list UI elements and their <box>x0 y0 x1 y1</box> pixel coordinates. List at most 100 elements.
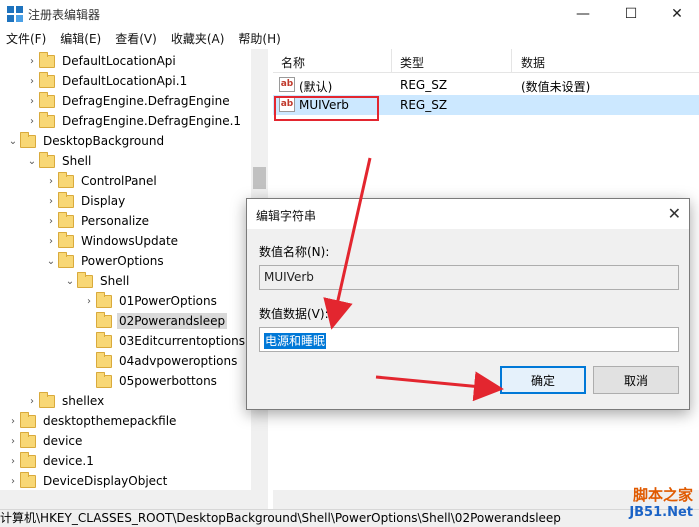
tree-item-label: Personalize <box>81 214 150 228</box>
tree-item-label: WindowsUpdate <box>81 234 179 248</box>
column-divider[interactable] <box>511 49 512 73</box>
chevron-right-icon[interactable]: › <box>6 431 20 451</box>
value-type: REG_SZ <box>400 78 448 92</box>
tree-item-label: DefragEngine.DefragEngine.1 <box>62 114 242 128</box>
folder-icon <box>20 451 36 468</box>
folder-icon <box>96 291 112 308</box>
close-button[interactable]: ✕ <box>654 0 699 28</box>
column-divider[interactable] <box>391 49 392 73</box>
menu-edit[interactable]: 编辑(E) <box>60 30 101 47</box>
cancel-button[interactable]: 取消 <box>593 366 679 394</box>
chevron-down-icon[interactable]: ⌄ <box>6 131 20 151</box>
tree-item[interactable]: › shellex <box>25 391 106 411</box>
window-title: 注册表编辑器 <box>28 8 101 22</box>
chevron-right-icon[interactable]: › <box>6 471 20 491</box>
value-name: (默认) <box>299 80 333 94</box>
tree-item[interactable]: › DefaultLocationApi.1 <box>25 71 189 91</box>
no-expander <box>82 311 96 331</box>
tree-item-label: Shell <box>100 274 130 288</box>
tree-item[interactable]: 04advpoweroptions <box>82 351 239 371</box>
title-bar: 注册表编辑器 — ☐ ✕ <box>0 0 699 28</box>
tree-item[interactable]: › DeviceDisplayObject <box>6 471 169 491</box>
tree-item[interactable]: ⌄ PowerOptions <box>44 251 166 271</box>
dialog-title: 编辑字符串 <box>256 209 317 223</box>
chevron-right-icon[interactable]: › <box>82 291 96 311</box>
folder-icon <box>20 131 36 148</box>
watermark-line1: 脚本之家 <box>632 486 693 504</box>
tree-horizontal-scrollbar[interactable] <box>0 490 268 509</box>
chevron-right-icon[interactable]: › <box>25 391 39 411</box>
column-name-header[interactable]: 名称 <box>281 54 305 71</box>
tree-item[interactable]: ⌄ DesktopBackground <box>6 131 166 151</box>
maximize-button[interactable]: ☐ <box>608 0 654 28</box>
chevron-right-icon[interactable]: › <box>44 211 58 231</box>
selected-text: 电源和睡眠 <box>264 333 327 349</box>
chevron-right-icon[interactable]: › <box>44 171 58 191</box>
tree-item[interactable]: › device <box>6 431 84 451</box>
tree-item[interactable]: › 01PowerOptions <box>82 291 219 311</box>
tree-item-label: ControlPanel <box>81 174 157 188</box>
tree-item[interactable]: ⌄ Shell <box>63 271 131 291</box>
folder-icon <box>58 191 74 208</box>
tree-item-label: Display <box>81 194 126 208</box>
chevron-right-icon[interactable]: › <box>25 51 39 71</box>
tree-item[interactable]: 05powerbottons <box>82 371 219 391</box>
dialog-title-bar: 编辑字符串 ✕ <box>247 199 689 229</box>
tree-item[interactable]: 03Editcurrentoptions <box>82 331 247 351</box>
folder-icon <box>77 271 93 288</box>
scrollbar-thumb[interactable] <box>253 167 266 189</box>
menu-favorites[interactable]: 收藏夹(A) <box>171 30 225 47</box>
no-expander <box>82 371 96 391</box>
value-name-field: MUIVerb <box>259 265 679 290</box>
ok-button[interactable]: 确定 <box>500 366 586 394</box>
folder-icon <box>96 311 112 328</box>
string-value-icon: ab <box>279 77 295 92</box>
watermark-line2: JB51.Net <box>629 505 693 520</box>
tree-item-label: 03Editcurrentoptions <box>119 334 245 348</box>
chevron-right-icon[interactable]: › <box>44 231 58 251</box>
tree-item-label: 02Powerandsleep <box>117 313 228 329</box>
value-type: REG_SZ <box>400 98 448 112</box>
folder-icon <box>58 171 74 188</box>
tree-item[interactable]: › ControlPanel <box>44 171 159 191</box>
tree-item[interactable]: › Personalize <box>44 211 151 231</box>
tree-item[interactable]: › Display <box>44 191 127 211</box>
tree-item[interactable]: › device.1 <box>6 451 96 471</box>
chevron-right-icon[interactable]: › <box>25 111 39 131</box>
tree-item[interactable]: › DefragEngine.DefragEngine.1 <box>25 111 243 131</box>
menu-file[interactable]: 文件(F) <box>6 30 46 47</box>
chevron-right-icon[interactable]: › <box>6 451 20 471</box>
chevron-down-icon[interactable]: ⌄ <box>63 271 77 291</box>
menu-help[interactable]: 帮助(H) <box>238 30 280 47</box>
tree-item[interactable]: ⌄ Shell <box>25 151 93 171</box>
tree-item-label: device <box>43 434 83 448</box>
folder-icon <box>58 211 74 228</box>
tree-item-label: DeviceDisplayObject <box>43 474 168 488</box>
column-type-header[interactable]: 类型 <box>400 54 424 71</box>
minimize-button[interactable]: — <box>560 0 606 28</box>
tree-item[interactable]: › WindowsUpdate <box>44 231 180 251</box>
chevron-right-icon[interactable]: › <box>44 191 58 211</box>
menu-view[interactable]: 查看(V) <box>115 30 157 47</box>
folder-icon <box>39 151 55 168</box>
regedit-app-icon <box>7 6 23 22</box>
value-name-label: 数值名称(N): <box>259 245 330 259</box>
tree-item[interactable]: › DefragEngine.DefragEngine <box>25 91 232 111</box>
no-expander <box>82 351 96 371</box>
chevron-right-icon[interactable]: › <box>25 71 39 91</box>
chevron-right-icon[interactable]: › <box>25 91 39 111</box>
value-data-input[interactable]: 电源和睡眠 <box>259 327 679 352</box>
list-row[interactable]: ab (默认) REG_SZ (数值未设置) <box>273 75 699 95</box>
chevron-down-icon[interactable]: ⌄ <box>44 251 58 271</box>
tree-item[interactable]: 02Powerandsleep <box>82 311 228 331</box>
dialog-close-icon[interactable]: ✕ <box>668 204 681 223</box>
chevron-down-icon[interactable]: ⌄ <box>25 151 39 171</box>
tree-item-label: DesktopBackground <box>43 134 165 148</box>
tree-item-label: 05powerbottons <box>119 374 217 388</box>
chevron-right-icon[interactable]: › <box>6 411 20 431</box>
value-data: (数值未设置) <box>521 80 591 94</box>
column-data-header[interactable]: 数据 <box>521 54 545 71</box>
tree-item[interactable]: › DefaultLocationApi <box>25 51 178 71</box>
tree-item[interactable]: › desktopthemepackfile <box>6 411 178 431</box>
folder-icon <box>20 411 36 428</box>
